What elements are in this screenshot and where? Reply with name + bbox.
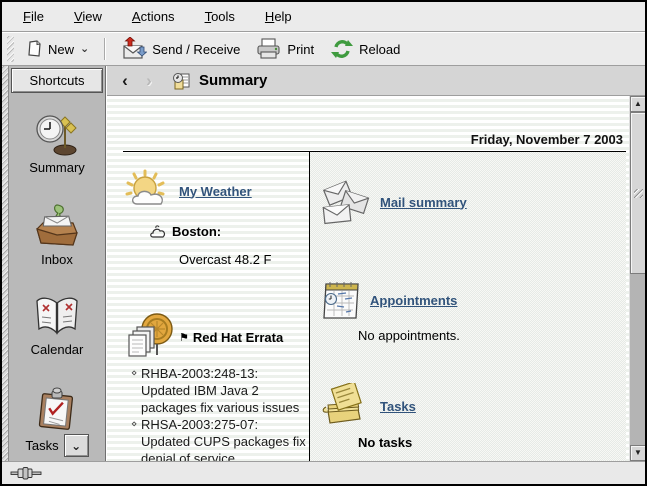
- date-heading: Friday, November 7 2003: [123, 132, 623, 147]
- sidebar-item-calendar[interactable]: Calendar: [9, 295, 105, 357]
- sidebar-item-inbox[interactable]: Inbox: [9, 203, 105, 267]
- main-pane: ‹ › Summary Friday, November 7 2003: [106, 66, 645, 461]
- shortcut-list: Summary Inbox: [9, 95, 105, 461]
- evolution-window: File View Actions Tools Help New ⌄: [0, 0, 647, 486]
- errata-item: ⋄ RHSA-2003:275-07: Updated CUPS package…: [131, 416, 307, 461]
- summary-scrollview: Friday, November 7 2003: [107, 96, 629, 461]
- new-document-icon: [27, 40, 43, 58]
- summary-left-column: My Weather Boston:: [123, 152, 309, 461]
- send-receive-label: Send / Receive: [152, 42, 240, 57]
- summary-content: Friday, November 7 2003: [107, 96, 645, 461]
- chevron-down-icon: ⌄: [80, 45, 89, 53]
- menu-bar: File View Actions Tools Help: [2, 2, 645, 32]
- scroll-up-button[interactable]: ▲: [630, 96, 646, 112]
- summary-icon: [34, 113, 80, 157]
- weather-location: Boston:: [172, 224, 221, 239]
- summary-folder-icon: [171, 71, 191, 91]
- folder-header: ‹ › Summary: [107, 66, 645, 96]
- print-label: Print: [287, 42, 314, 57]
- send-receive-button[interactable]: Send / Receive: [114, 33, 247, 65]
- reload-button[interactable]: Reload: [323, 34, 407, 64]
- tasks-icon: [35, 387, 79, 431]
- print-button[interactable]: Print: [249, 34, 321, 64]
- sidebar-item-label: Summary: [29, 160, 85, 175]
- send-receive-icon: [121, 37, 147, 61]
- new-button-label: New: [48, 42, 74, 57]
- flag-icon: ⚑: [179, 331, 189, 344]
- appointments-empty-message: No appointments.: [358, 328, 626, 343]
- summary-table: My Weather Boston:: [123, 151, 626, 461]
- menu-tools[interactable]: Tools: [190, 5, 250, 28]
- toolbar-separator: [104, 38, 106, 60]
- sidebar-item-label: Tasks: [25, 438, 58, 453]
- tasks-empty-message: No tasks: [358, 435, 626, 450]
- online-status-plug-icon[interactable]: [10, 466, 46, 480]
- mail-summary-link[interactable]: Mail summary: [380, 195, 467, 210]
- bullet-icon: ⋄: [131, 365, 137, 382]
- appointments-icon: [320, 278, 362, 322]
- inbox-icon: [33, 203, 81, 249]
- cloud-icon: [149, 225, 167, 239]
- weather-icon: [125, 168, 171, 214]
- mail-summary-icon: [320, 178, 372, 226]
- main-body: Shortcuts: [2, 66, 645, 461]
- errata-title: Red Hat Errata: [193, 330, 283, 345]
- vertical-scrollbar[interactable]: ▲ ▼: [629, 96, 645, 461]
- shortcut-bar-fold-button[interactable]: ⌄: [64, 434, 89, 457]
- errata-list: ⋄ RHBA-2003:248-13: Updated IBM Java 2 p…: [131, 365, 307, 461]
- toolbar: New ⌄ Send / Receive: [2, 32, 645, 66]
- shortcut-bar: Shortcuts: [9, 66, 106, 461]
- bullet-icon: ⋄: [131, 416, 137, 433]
- forward-button[interactable]: ›: [139, 71, 159, 91]
- menu-help[interactable]: Help: [250, 5, 307, 28]
- sidebar-item-tasks[interactable]: Tasks ⌄: [9, 387, 105, 457]
- sidebar-item-label: Inbox: [41, 252, 73, 267]
- my-weather-link[interactable]: My Weather: [179, 184, 252, 199]
- errata-item: ⋄ RHBA-2003:248-13: Updated IBM Java 2 p…: [131, 365, 307, 416]
- tasks-section-icon: [320, 383, 372, 429]
- reload-label: Reload: [359, 42, 400, 57]
- new-button[interactable]: New ⌄: [20, 36, 96, 62]
- weather-conditions: Overcast 48.2 F: [179, 252, 309, 267]
- calendar-icon: [33, 295, 81, 339]
- reload-icon: [330, 38, 354, 60]
- appointments-link[interactable]: Appointments: [370, 293, 457, 308]
- sidebar-item-label: Calendar: [31, 342, 84, 357]
- status-bar: [2, 461, 645, 484]
- menu-actions[interactable]: Actions: [117, 5, 190, 28]
- toolbar-drag-handle[interactable]: [7, 36, 14, 62]
- menu-view[interactable]: View: [59, 5, 117, 28]
- back-button[interactable]: ‹: [115, 71, 135, 91]
- shortcut-bar-drag-handle[interactable]: [2, 66, 9, 461]
- summary-right-column: Mail summary: [309, 152, 626, 461]
- red-hat-errata-icon: [125, 311, 175, 363]
- scrollbar-thumb[interactable]: [630, 112, 646, 274]
- menu-file[interactable]: File: [8, 5, 59, 28]
- page-title: Summary: [199, 72, 267, 89]
- printer-icon: [256, 38, 282, 60]
- shortcuts-group-button[interactable]: Shortcuts: [11, 68, 103, 93]
- scroll-down-button[interactable]: ▼: [630, 445, 646, 461]
- tasks-link[interactable]: Tasks: [380, 399, 416, 414]
- sidebar-item-summary[interactable]: Summary: [9, 113, 105, 175]
